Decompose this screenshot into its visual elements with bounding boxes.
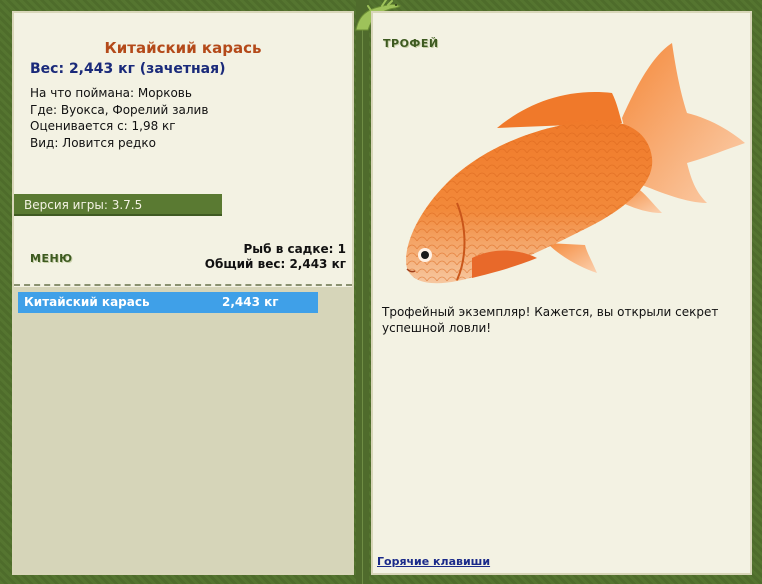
catch-item-name: Китайский карась bbox=[24, 295, 150, 309]
game-version-bar: Версия игры: 3.7.5 bbox=[14, 194, 222, 216]
dashed-divider bbox=[14, 284, 352, 286]
menu-button[interactable]: МЕНЮ bbox=[30, 252, 73, 265]
catch-stats: Рыб в садке: 1 Общий вес: 2,443 кг bbox=[205, 242, 346, 272]
fish-info-panel: Китайский карась Вес: 2,443 кг (зачетная… bbox=[12, 11, 354, 575]
fish-name-title: Китайский карась bbox=[104, 39, 262, 57]
trophy-panel: ТРОФЕЙ Трофейный экземпляр! Кажется, вы … bbox=[371, 11, 752, 575]
catch-item-weight: 2,443 кг bbox=[222, 295, 279, 309]
panel-divider bbox=[356, 0, 369, 584]
catch-list: Китайский карась 2,443 кг bbox=[14, 287, 352, 573]
species-info: Вид: Ловится редко bbox=[30, 135, 156, 150]
fish-details: На что поймана: Морковь Где: Вуокса, Фор… bbox=[30, 85, 208, 151]
trophy-message: Трофейный экземпляр! Кажется, вы открыли… bbox=[382, 305, 719, 335]
bait-info: На что поймана: Морковь bbox=[30, 86, 192, 100]
goldfish-icon bbox=[406, 43, 745, 284]
hotkeys-link[interactable]: Горячие клавиши bbox=[377, 555, 490, 568]
location-info: Где: Вуокса, Форелий залив bbox=[30, 102, 209, 117]
total-weight: Общий вес: 2,443 кг bbox=[204, 257, 346, 271]
evaluation-info: Оценивается с: 1,98 кг bbox=[30, 119, 176, 133]
fish-weight: Вес: 2,443 кг (зачетная) bbox=[30, 61, 226, 77]
fish-count: Рыб в садке: 1 bbox=[243, 242, 347, 256]
catch-list-item[interactable]: Китайский карась 2,443 кг bbox=[18, 292, 318, 313]
